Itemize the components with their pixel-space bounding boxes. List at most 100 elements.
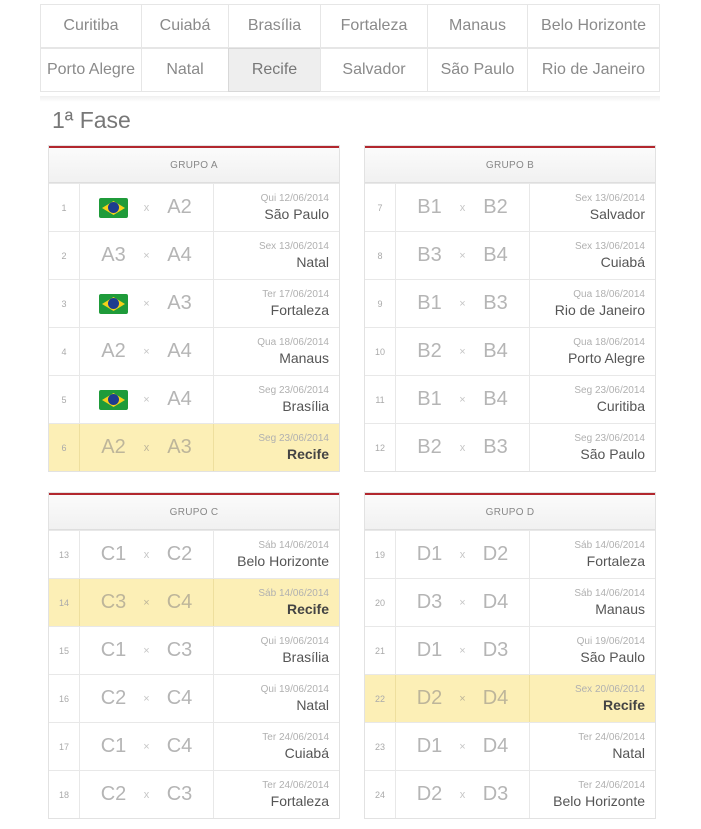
match-city: Salvador bbox=[589, 206, 645, 222]
match-number: 23 bbox=[365, 723, 396, 770]
team-home: D2 bbox=[416, 687, 443, 709]
match-info: Ter 24/06/2014 Fortaleza bbox=[214, 771, 339, 818]
versus-mark: × bbox=[143, 644, 150, 657]
match-row[interactable]: 14 C3 × C4 Sáb 14/06/2014 Recife bbox=[49, 578, 339, 626]
match-city: Manaus bbox=[595, 601, 645, 617]
match-row[interactable]: 9 B1 × B3 Qua 18/06/2014 Rio de Janeiro bbox=[365, 279, 655, 327]
match-info: Qua 18/06/2014 Rio de Janeiro bbox=[530, 280, 655, 327]
match-row[interactable]: 20 D3 × D4 Sáb 14/06/2014 Manaus bbox=[365, 578, 655, 626]
match-row[interactable]: 17 C1 × C4 Ter 24/06/2014 Cuiabá bbox=[49, 722, 339, 770]
tab-cuiaba[interactable]: Cuiabá bbox=[141, 4, 229, 48]
match-row[interactable]: 23 D1 × D4 Ter 24/06/2014 Natal bbox=[365, 722, 655, 770]
match-teams: C2 × C4 bbox=[80, 675, 214, 722]
group-header: GRUPO B bbox=[365, 146, 655, 183]
match-teams: B1 x B2 bbox=[396, 184, 530, 231]
team-away: A4 bbox=[167, 340, 192, 362]
match-date: Seg 23/06/2014 bbox=[574, 433, 645, 444]
versus-mark: x bbox=[143, 201, 150, 214]
match-city: Manaus bbox=[279, 350, 329, 366]
tab-sao-paulo[interactable]: São Paulo bbox=[427, 48, 528, 92]
phase-title: 1ª Fase bbox=[52, 107, 131, 133]
match-number: 12 bbox=[365, 424, 396, 471]
match-row[interactable]: 1 x A2 Qui 12/06/2014 São Paulo bbox=[49, 183, 339, 231]
match-row[interactable]: 8 B3 × B4 Sex 13/06/2014 Cuiabá bbox=[365, 231, 655, 279]
match-date: Qua 18/06/2014 bbox=[257, 337, 329, 348]
group-c-card: GRUPO C 13 C1 x C2 Sáb 14/06/2014 Belo Horizon… bbox=[48, 492, 340, 819]
team-home: B1 bbox=[417, 388, 442, 410]
team-away: D2 bbox=[482, 543, 509, 565]
match-number: 9 bbox=[365, 280, 396, 327]
match-info: Seg 23/06/2014 Curitiba bbox=[530, 376, 655, 423]
team-away: A3 bbox=[167, 292, 192, 314]
tab-porto-alegre[interactable]: Porto Alegre bbox=[40, 48, 142, 92]
match-row[interactable]: 13 C1 x C2 Sáb 14/06/2014 Belo Horizonte bbox=[49, 530, 339, 578]
team-away: A4 bbox=[167, 388, 192, 410]
tab-manaus[interactable]: Manaus bbox=[427, 4, 528, 48]
match-row[interactable]: 11 B1 × B4 Seg 23/06/2014 Curitiba bbox=[365, 375, 655, 423]
team-away: D4 bbox=[482, 735, 509, 757]
match-number: 1 bbox=[49, 184, 80, 231]
group-b-card: GRUPO B 7 B1 x B2 Sex 13/06/2014 Salvador 8 B3 × B… bbox=[364, 145, 656, 472]
match-date: Qua 18/06/2014 bbox=[573, 337, 645, 348]
match-row[interactable]: 10 B2 × B4 Qua 18/06/2014 Porto Alegre bbox=[365, 327, 655, 375]
match-row[interactable]: 15 C1 × C3 Qui 19/06/2014 Brasília bbox=[49, 626, 339, 674]
match-teams: A3 × A4 bbox=[80, 232, 214, 279]
match-row[interactable]: 3 × A3 Ter 17/06/2014 Fortaleza bbox=[49, 279, 339, 327]
match-row[interactable]: 21 D1 × D3 Qui 19/06/2014 São Paulo bbox=[365, 626, 655, 674]
match-date: Seg 23/06/2014 bbox=[258, 385, 329, 396]
match-info: Qui 19/06/2014 São Paulo bbox=[530, 627, 655, 674]
tab-rio-de-janeiro[interactable]: Rio de Janeiro bbox=[527, 48, 660, 92]
match-teams: D1 x D2 bbox=[396, 531, 530, 578]
match-date: Sáb 14/06/2014 bbox=[258, 540, 329, 551]
tab-curitiba[interactable]: Curitiba bbox=[40, 4, 142, 48]
versus-mark: x bbox=[459, 441, 466, 454]
tab-fortaleza[interactable]: Fortaleza bbox=[320, 4, 428, 48]
match-number: 5 bbox=[49, 376, 80, 423]
match-row[interactable]: 7 B1 x B2 Sex 13/06/2014 Salvador bbox=[365, 183, 655, 231]
versus-mark: x bbox=[143, 441, 150, 454]
match-number: 15 bbox=[49, 627, 80, 674]
match-info: Seg 23/06/2014 Recife bbox=[214, 424, 339, 471]
team-away: B2 bbox=[483, 196, 508, 218]
match-teams: D2 x D3 bbox=[396, 771, 530, 818]
match-number: 16 bbox=[49, 675, 80, 722]
tab-salvador[interactable]: Salvador bbox=[320, 48, 428, 92]
tab-belo-horizonte[interactable]: Belo Horizonte bbox=[527, 4, 660, 48]
match-row[interactable]: 12 B2 x B3 Seg 23/06/2014 São Paulo bbox=[365, 423, 655, 471]
city-tabs-row-2: Porto Alegre Natal Recife Salvador São P… bbox=[40, 48, 660, 92]
tab-recife[interactable]: Recife bbox=[228, 48, 321, 92]
match-row[interactable]: 22 D2 × D4 Sex 20/06/2014 Recife bbox=[365, 674, 655, 722]
match-city: Belo Horizonte bbox=[553, 793, 645, 809]
match-number: 3 bbox=[49, 280, 80, 327]
match-info: Sex 20/06/2014 Recife bbox=[530, 675, 655, 722]
versus-mark: × bbox=[459, 692, 466, 705]
match-row[interactable]: 2 A3 × A4 Sex 13/06/2014 Natal bbox=[49, 231, 339, 279]
versus-mark: x bbox=[459, 201, 466, 214]
match-city: Curitiba bbox=[596, 398, 645, 414]
match-row[interactable]: 19 D1 x D2 Sáb 14/06/2014 Fortaleza bbox=[365, 530, 655, 578]
match-row[interactable]: 4 A2 × A4 Qua 18/06/2014 Manaus bbox=[49, 327, 339, 375]
tab-natal[interactable]: Natal bbox=[141, 48, 229, 92]
match-date: Qui 19/06/2014 bbox=[260, 684, 329, 695]
group-header: GRUPO C bbox=[49, 493, 339, 530]
match-info: Sex 13/06/2014 Cuiabá bbox=[530, 232, 655, 279]
tab-brasilia[interactable]: Brasília bbox=[228, 4, 321, 48]
match-row[interactable]: 24 D2 x D3 Ter 24/06/2014 Belo Horizonte bbox=[365, 770, 655, 818]
match-info: Ter 24/06/2014 Cuiabá bbox=[214, 723, 339, 770]
match-row[interactable]: 5 × A4 Seg 23/06/2014 Brasília bbox=[49, 375, 339, 423]
match-row[interactable]: 16 C2 × C4 Qui 19/06/2014 Natal bbox=[49, 674, 339, 722]
match-teams: B3 × B4 bbox=[396, 232, 530, 279]
match-info: Ter 17/06/2014 Fortaleza bbox=[214, 280, 339, 327]
match-number: 21 bbox=[365, 627, 396, 674]
group-a-card: GRUPO A 1 x A2 Qui 12/06/2014 São Paulo 2 A3 × A4… bbox=[48, 145, 340, 472]
group-header: GRUPO A bbox=[49, 146, 339, 183]
city-tabs: Curitiba Cuiabá Brasília Fortaleza Manau… bbox=[40, 4, 660, 92]
match-city: Porto Alegre bbox=[567, 350, 645, 366]
team-home: D3 bbox=[416, 591, 443, 613]
match-teams: × A4 bbox=[80, 376, 214, 423]
match-info: Sáb 14/06/2014 Belo Horizonte bbox=[214, 531, 339, 578]
match-row[interactable]: 18 C2 x C3 Ter 24/06/2014 Fortaleza bbox=[49, 770, 339, 818]
match-row[interactable]: 6 A2 x A3 Seg 23/06/2014 Recife bbox=[49, 423, 339, 471]
team-away: C3 bbox=[166, 783, 193, 805]
match-date: Qua 18/06/2014 bbox=[573, 289, 645, 300]
